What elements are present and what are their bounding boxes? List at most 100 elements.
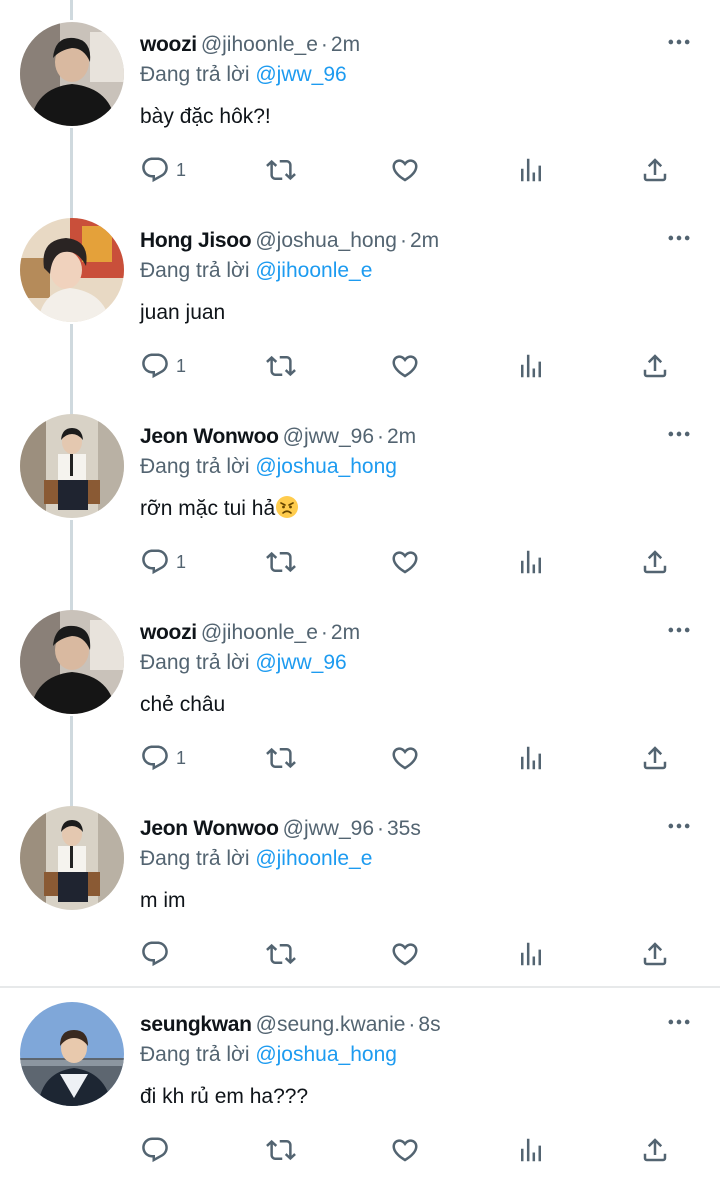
retweet-icon [266, 155, 296, 185]
like-button[interactable] [390, 740, 420, 776]
display-name[interactable]: woozi [140, 33, 197, 56]
reply-button[interactable] [140, 1132, 170, 1168]
replying-prefix: Đang trả lời [140, 1043, 250, 1066]
timestamp[interactable]: 2m [331, 33, 360, 56]
tweet[interactable]: seungkwan @seung.kwanie · 8s Đang trả lời @… [0, 980, 720, 1176]
mention-link[interactable]: @jihoonle_e [255, 259, 372, 282]
user-handle[interactable]: @jihoonle_e [201, 621, 318, 644]
retweet-button[interactable] [266, 740, 296, 776]
timestamp[interactable]: 2m [387, 425, 416, 448]
display-name[interactable]: Jeon Wonwoo [140, 817, 279, 840]
replying-to: Đang trả lời @jihoonle_e [140, 256, 372, 286]
more-options-icon[interactable] [662, 28, 696, 56]
tweet[interactable]: woozi @jihoonle_e · 2m Đang trả lời @jww_96… [0, 588, 720, 784]
tweet-text-content: rỡn mặc tui hả [140, 497, 276, 520]
reply-button[interactable]: 1 [140, 348, 186, 384]
tweet-header: woozi @jihoonle_e · 2m [140, 618, 360, 648]
mention-link[interactable]: @joshua_hong [255, 1043, 397, 1066]
retweet-button[interactable] [266, 1132, 296, 1168]
replying-to: Đang trả lời @jww_96 [140, 60, 347, 90]
angry-face-icon [276, 496, 299, 518]
mention-link[interactable]: @jww_96 [255, 63, 346, 86]
like-button[interactable] [390, 544, 420, 580]
tweet[interactable]: Jeon Wonwoo @jww_96 · 2m Đang trả lời @josh… [0, 392, 720, 588]
replying-to: Đang trả lời @joshua_hong [140, 452, 397, 482]
share-button[interactable] [640, 544, 670, 580]
wonwoo-avatar[interactable] [20, 414, 124, 518]
user-handle[interactable]: @jihoonle_e [201, 33, 318, 56]
timestamp[interactable]: 2m [410, 229, 439, 252]
display-name[interactable]: seungkwan [140, 1013, 252, 1036]
tweet-header: woozi @jihoonle_e · 2m [140, 30, 360, 60]
user-handle[interactable]: @jww_96 [283, 425, 374, 448]
more-options-icon[interactable] [662, 616, 696, 644]
reply-button[interactable]: 1 [140, 544, 186, 580]
heart-icon [390, 1135, 420, 1165]
share-button[interactable] [640, 348, 670, 384]
more-options-icon[interactable] [662, 224, 696, 252]
views-button[interactable] [516, 740, 546, 776]
separator: · [377, 817, 384, 840]
share-button[interactable] [640, 152, 670, 188]
reply-button[interactable] [140, 936, 170, 972]
tweet-text: đi kh rủ em ha??? [140, 1085, 309, 1108]
heart-icon [390, 155, 420, 185]
tweet[interactable]: woozi @jihoonle_e · 2m Đang trả lời @jww_96… [0, 0, 720, 196]
woozi-avatar[interactable] [20, 610, 124, 714]
display-name[interactable]: Jeon Wonwoo [140, 425, 279, 448]
separator: · [320, 33, 328, 56]
display-name[interactable]: Hong Jisoo [140, 229, 252, 252]
heart-icon [390, 939, 420, 969]
display-name[interactable]: woozi [140, 621, 197, 644]
tweet[interactable]: Jeon Wonwoo @jww_96 · 35s Đang trả lời @jih… [0, 784, 720, 980]
retweet-button[interactable] [266, 348, 296, 384]
more-options-icon[interactable] [662, 1008, 696, 1036]
timestamp[interactable]: 35s [387, 817, 421, 840]
wonwoo-avatar[interactable] [20, 806, 124, 910]
timestamp[interactable]: 8s [418, 1013, 440, 1036]
user-handle[interactable]: @jww_96 [283, 817, 374, 840]
share-button[interactable] [640, 740, 670, 776]
timestamp[interactable]: 2m [331, 621, 360, 644]
user-handle[interactable]: @seung.kwanie [256, 1013, 406, 1036]
user-handle[interactable]: @joshua_hong [255, 229, 397, 252]
views-button[interactable] [516, 348, 546, 384]
views-button[interactable] [516, 152, 546, 188]
replying-to: Đang trả lời @jww_96 [140, 648, 347, 678]
mention-link[interactable]: @jww_96 [255, 651, 346, 674]
tweet-text: rỡn mặc tui hả [140, 494, 299, 524]
views-button[interactable] [516, 936, 546, 972]
retweet-button[interactable] [266, 544, 296, 580]
jisoo-avatar[interactable] [20, 218, 124, 322]
mention-link[interactable]: @jihoonle_e [255, 847, 372, 870]
more-options-icon[interactable] [662, 812, 696, 840]
like-button[interactable] [390, 152, 420, 188]
replying-to: Đang trả lời @joshua_hong [140, 1040, 397, 1070]
like-button[interactable] [390, 1132, 420, 1168]
like-button[interactable] [390, 348, 420, 384]
share-icon [640, 351, 670, 381]
retweet-button[interactable] [266, 936, 296, 972]
separator: · [320, 621, 328, 644]
bar-chart-icon [516, 939, 546, 969]
replying-prefix: Đang trả lời [140, 63, 250, 86]
more-options-icon[interactable] [662, 420, 696, 448]
retweet-icon [266, 547, 296, 577]
tweet[interactable]: Hong Jisoo @joshua_hong · 2m Đang trả lời @… [0, 196, 720, 392]
reply-button[interactable]: 1 [140, 740, 186, 776]
tweet-text: m im [140, 889, 186, 912]
views-button[interactable] [516, 544, 546, 580]
share-button[interactable] [640, 936, 670, 972]
seungkwan-avatar[interactable] [20, 1002, 124, 1106]
reply-button[interactable]: 1 [140, 152, 186, 188]
bar-chart-icon [516, 547, 546, 577]
retweet-button[interactable] [266, 152, 296, 188]
bar-chart-icon [516, 743, 546, 773]
mention-link[interactable]: @joshua_hong [255, 455, 397, 478]
like-button[interactable] [390, 936, 420, 972]
tweet-header: Jeon Wonwoo @jww_96 · 35s [140, 814, 421, 844]
share-icon [640, 743, 670, 773]
views-button[interactable] [516, 1132, 546, 1168]
share-button[interactable] [640, 1132, 670, 1168]
woozi-avatar[interactable] [20, 22, 124, 126]
